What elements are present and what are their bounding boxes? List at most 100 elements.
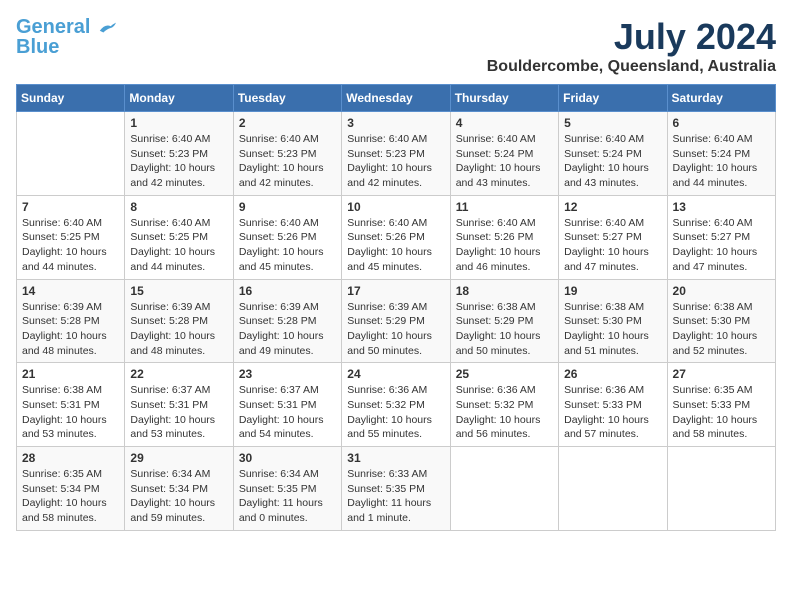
day-info: Sunrise: 6:39 AM Sunset: 5:28 PM Dayligh… <box>239 300 336 359</box>
day-number: 25 <box>456 367 553 381</box>
weekday-header-monday: Monday <box>125 85 233 112</box>
calendar-cell: 20 Sunrise: 6:38 AM Sunset: 5:30 PM Dayli… <box>667 279 775 363</box>
calendar-cell: 15Sunrise: 6:39 AM Sunset: 5:28 PM Dayli… <box>125 279 233 363</box>
calendar-cell: 22Sunrise: 6:37 AM Sunset: 5:31 PM Dayli… <box>125 363 233 447</box>
day-number: 6 <box>673 116 770 130</box>
weekday-header-saturday: Saturday <box>667 85 775 112</box>
day-number: 31 <box>347 451 444 465</box>
calendar-cell: 8Sunrise: 6:40 AM Sunset: 5:25 PM Daylig… <box>125 195 233 279</box>
day-number: 2 <box>239 116 336 130</box>
weekday-header-wednesday: Wednesday <box>342 85 450 112</box>
calendar-cell: 18 Sunrise: 6:38 AM Sunset: 5:29 PM Dayli… <box>450 279 558 363</box>
weekday-header-friday: Friday <box>559 85 667 112</box>
day-info: Sunrise: 6:37 AM Sunset: 5:31 PM Dayligh… <box>239 383 336 442</box>
day-info: Sunrise: 6:40 AM Sunset: 5:26 PM Dayligh… <box>456 216 553 275</box>
calendar-cell: 26 Sunrise: 6:36 AM Sunset: 5:33 PM Dayli… <box>559 363 667 447</box>
day-info: Sunrise: 6:40 AM Sunset: 5:27 PM Dayligh… <box>564 216 661 275</box>
day-number: 13 <box>673 200 770 214</box>
day-info: Sunrise: 6:38 AM Sunset: 5:29 PM Dayligh… <box>456 300 553 359</box>
calendar-cell: 17 Sunrise: 6:39 AM Sunset: 5:29 PM Dayli… <box>342 279 450 363</box>
calendar-cell <box>450 447 558 531</box>
day-number: 18 <box>456 284 553 298</box>
day-number: 24 <box>347 367 444 381</box>
day-info: Sunrise: 6:39 AM Sunset: 5:29 PM Dayligh… <box>347 300 444 359</box>
calendar-cell: 23 Sunrise: 6:37 AM Sunset: 5:31 PM Dayli… <box>233 363 341 447</box>
calendar-cell: 28 Sunrise: 6:35 AM Sunset: 5:34 PM Dayli… <box>17 447 125 531</box>
day-number: 15 <box>130 284 227 298</box>
calendar-cell: 3Sunrise: 6:40 AM Sunset: 5:23 PM Daylig… <box>342 112 450 196</box>
calendar-cell: 24Sunrise: 6:36 AM Sunset: 5:32 PM Dayli… <box>342 363 450 447</box>
calendar-cell: 12 Sunrise: 6:40 AM Sunset: 5:27 PM Dayli… <box>559 195 667 279</box>
day-info: Sunrise: 6:40 AM Sunset: 5:27 PM Dayligh… <box>673 216 770 275</box>
calendar-week-row: 7 Sunrise: 6:40 AM Sunset: 5:25 PM Daylig… <box>17 195 776 279</box>
day-info: Sunrise: 6:40 AM Sunset: 5:23 PM Dayligh… <box>239 132 336 191</box>
day-info: Sunrise: 6:34 AM Sunset: 5:35 PM Dayligh… <box>239 467 336 526</box>
calendar-cell: 25 Sunrise: 6:36 AM Sunset: 5:32 PM Dayli… <box>450 363 558 447</box>
day-number: 5 <box>564 116 661 130</box>
weekday-header-thursday: Thursday <box>450 85 558 112</box>
calendar-cell: 21 Sunrise: 6:38 AM Sunset: 5:31 PM Dayli… <box>17 363 125 447</box>
day-info: Sunrise: 6:35 AM Sunset: 5:34 PM Dayligh… <box>22 467 119 526</box>
day-number: 1 <box>130 116 227 130</box>
calendar-cell <box>667 447 775 531</box>
calendar-cell: 1 Sunrise: 6:40 AM Sunset: 5:23 PM Daylig… <box>125 112 233 196</box>
calendar-week-row: 14Sunrise: 6:39 AM Sunset: 5:28 PM Dayli… <box>17 279 776 363</box>
day-info: Sunrise: 6:33 AM Sunset: 5:35 PM Dayligh… <box>347 467 444 526</box>
day-info: Sunrise: 6:40 AM Sunset: 5:26 PM Dayligh… <box>347 216 444 275</box>
day-number: 17 <box>347 284 444 298</box>
day-info: Sunrise: 6:36 AM Sunset: 5:32 PM Dayligh… <box>456 383 553 442</box>
day-number: 16 <box>239 284 336 298</box>
day-number: 12 <box>564 200 661 214</box>
calendar-cell: 7 Sunrise: 6:40 AM Sunset: 5:25 PM Daylig… <box>17 195 125 279</box>
day-number: 7 <box>22 200 119 214</box>
calendar-week-row: 21 Sunrise: 6:38 AM Sunset: 5:31 PM Dayli… <box>17 363 776 447</box>
day-info: Sunrise: 6:35 AM Sunset: 5:33 PM Dayligh… <box>673 383 770 442</box>
calendar-table: SundayMondayTuesdayWednesdayThursdayFrid… <box>16 84 776 531</box>
day-number: 9 <box>239 200 336 214</box>
day-number: 29 <box>130 451 227 465</box>
calendar-cell: 31 Sunrise: 6:33 AM Sunset: 5:35 PM Dayli… <box>342 447 450 531</box>
day-info: Sunrise: 6:40 AM Sunset: 5:24 PM Dayligh… <box>564 132 661 191</box>
day-number: 19 <box>564 284 661 298</box>
day-info: Sunrise: 6:40 AM Sunset: 5:25 PM Dayligh… <box>22 216 119 275</box>
calendar-cell: 29 Sunrise: 6:34 AM Sunset: 5:34 PM Dayli… <box>125 447 233 531</box>
weekday-header-sunday: Sunday <box>17 85 125 112</box>
location-text: Bouldercombe, Queensland, Australia <box>487 58 776 76</box>
calendar-cell: 11 Sunrise: 6:40 AM Sunset: 5:26 PM Dayli… <box>450 195 558 279</box>
calendar-cell: 14Sunrise: 6:39 AM Sunset: 5:28 PM Dayli… <box>17 279 125 363</box>
calendar-cell: 6 Sunrise: 6:40 AM Sunset: 5:24 PM Daylig… <box>667 112 775 196</box>
calendar-cell: 30 Sunrise: 6:34 AM Sunset: 5:35 PM Dayli… <box>233 447 341 531</box>
day-info: Sunrise: 6:38 AM Sunset: 5:30 PM Dayligh… <box>564 300 661 359</box>
day-number: 23 <box>239 367 336 381</box>
calendar-week-row: 28 Sunrise: 6:35 AM Sunset: 5:34 PM Dayli… <box>17 447 776 531</box>
calendar-cell: 5 Sunrise: 6:40 AM Sunset: 5:24 PM Daylig… <box>559 112 667 196</box>
calendar-cell: 4Sunrise: 6:40 AM Sunset: 5:24 PM Daylig… <box>450 112 558 196</box>
calendar-cell: 16 Sunrise: 6:39 AM Sunset: 5:28 PM Dayli… <box>233 279 341 363</box>
calendar-week-row: 1 Sunrise: 6:40 AM Sunset: 5:23 PM Daylig… <box>17 112 776 196</box>
day-info: Sunrise: 6:37 AM Sunset: 5:31 PM Dayligh… <box>130 383 227 442</box>
calendar-cell: 27 Sunrise: 6:35 AM Sunset: 5:33 PM Dayli… <box>667 363 775 447</box>
calendar-cell <box>559 447 667 531</box>
day-info: Sunrise: 6:40 AM Sunset: 5:23 PM Dayligh… <box>130 132 227 191</box>
day-number: 28 <box>22 451 119 465</box>
day-number: 30 <box>239 451 336 465</box>
day-number: 11 <box>456 200 553 214</box>
logo-text: General <box>16 16 116 38</box>
day-info: Sunrise: 6:40 AM Sunset: 5:25 PM Dayligh… <box>130 216 227 275</box>
day-info: Sunrise: 6:34 AM Sunset: 5:34 PM Dayligh… <box>130 467 227 526</box>
day-info: Sunrise: 6:38 AM Sunset: 5:31 PM Dayligh… <box>22 383 119 442</box>
calendar-cell: 9Sunrise: 6:40 AM Sunset: 5:26 PM Daylig… <box>233 195 341 279</box>
day-info: Sunrise: 6:36 AM Sunset: 5:33 PM Dayligh… <box>564 383 661 442</box>
day-number: 26 <box>564 367 661 381</box>
calendar-cell: 13 Sunrise: 6:40 AM Sunset: 5:27 PM Dayli… <box>667 195 775 279</box>
day-info: Sunrise: 6:38 AM Sunset: 5:30 PM Dayligh… <box>673 300 770 359</box>
page-header: General Blue July 2024 Bouldercombe, Que… <box>16 16 776 76</box>
day-number: 21 <box>22 367 119 381</box>
day-info: Sunrise: 6:39 AM Sunset: 5:28 PM Dayligh… <box>22 300 119 359</box>
day-number: 3 <box>347 116 444 130</box>
day-info: Sunrise: 6:40 AM Sunset: 5:24 PM Dayligh… <box>673 132 770 191</box>
month-title: July 2024 <box>487 16 776 58</box>
day-info: Sunrise: 6:40 AM Sunset: 5:24 PM Dayligh… <box>456 132 553 191</box>
day-number: 27 <box>673 367 770 381</box>
day-number: 20 <box>673 284 770 298</box>
